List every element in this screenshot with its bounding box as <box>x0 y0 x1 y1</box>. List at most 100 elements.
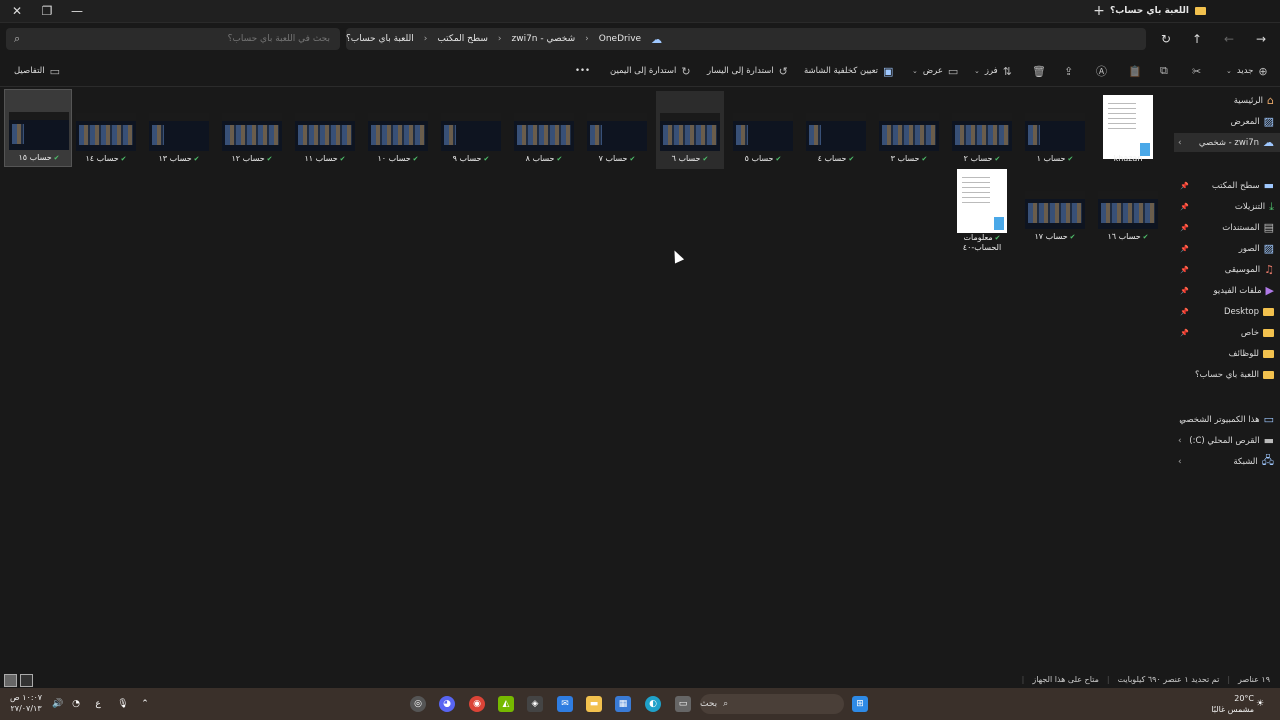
file-tile[interactable]: ✔حساب ٩ <box>437 91 505 169</box>
file-tile[interactable]: ✔حساب ١١ <box>291 91 359 169</box>
file-explorer-icon[interactable]: ▬ <box>586 696 602 712</box>
image-thumbnail <box>660 113 720 151</box>
microphone-icon[interactable]: 🎙 <box>115 696 131 712</box>
file-tile[interactable]: ✔حساب ١٦ <box>1094 169 1162 247</box>
paste-button[interactable]: 📋 <box>1128 62 1142 80</box>
file-tile[interactable]: ✔حساب ٨ <box>510 91 578 169</box>
windows-start-icon[interactable]: ⊞ <box>852 696 868 712</box>
address-bar[interactable]: ☁ OneDrive ‹ شخصي - zwi7n ‹ سطح المكتب ‹… <box>346 28 1146 50</box>
chevron-up-icon[interactable]: ⌃ <box>137 696 153 712</box>
sidebar-item-network[interactable]: › 🖧 الشبكة <box>1174 452 1280 471</box>
file-tile[interactable]: ✔حساب ١٧ <box>1021 169 1089 247</box>
details-button[interactable]: التفاصيل ▭ <box>14 62 60 80</box>
sidebar-item-label: الموسيقى <box>1224 264 1261 275</box>
close-window-button[interactable]: ✕ <box>2 0 32 22</box>
speaker-icon[interactable]: 🔊 <box>50 696 66 712</box>
system-clock[interactable]: ١٠:٠٧ ص ٢٧/٠٧/١٣ <box>10 692 42 714</box>
chevron-down-icon: ⌄ <box>974 67 980 75</box>
breadcrumb-onedrive[interactable]: OneDrive <box>599 34 641 44</box>
view-button[interactable]: ⌄ عرض ▭ <box>912 62 958 80</box>
rename-button[interactable]: Ⓐ <box>1096 62 1107 80</box>
store-icon[interactable]: ▦ <box>615 696 631 712</box>
search-input[interactable] <box>20 33 332 45</box>
set-background-button[interactable]: تعيين كخلفية الشاشة ▣ <box>804 62 893 80</box>
image-thumbnail <box>222 113 282 151</box>
file-name: حساب ٨ <box>525 154 555 163</box>
sidebar-item-private[interactable]: 📌 خاص <box>1174 323 1280 342</box>
sidebar-item-desktop-folder[interactable]: 📌 Desktop <box>1174 302 1280 321</box>
mail-icon[interactable]: ✉ <box>557 696 573 712</box>
file-tile[interactable]: ✔حساب ١٤ <box>72 91 140 169</box>
sidebar-item-videos[interactable]: 📌 ▶ ملفات الفيديو <box>1174 281 1280 300</box>
trash-icon: 🗑 <box>1032 64 1046 78</box>
breadcrumb-personal[interactable]: شخصي - zwi7n <box>512 34 576 44</box>
file-tile[interactable]: ✔معلومات الحساب-٤٠ <box>948 167 1016 257</box>
edge-icon[interactable]: ◐ <box>645 696 661 712</box>
file-tile[interactable]: ✔حساب ٣ <box>875 91 943 169</box>
back-button[interactable]: → <box>1248 28 1274 50</box>
file-tile[interactable]: ✔حساب ١٣ <box>145 91 213 169</box>
sidebar-item-this-pc[interactable]: ⌄ ▭ هذا الكمبيوتر الشخصي <box>1174 410 1280 429</box>
search-box[interactable]: ⌕ <box>6 28 340 50</box>
nvidia-icon[interactable]: ◭ <box>498 696 514 712</box>
language-indicator[interactable]: ع <box>90 696 106 712</box>
sidebar-item-gallery[interactable]: ▨ المعرض <box>1174 112 1280 131</box>
rotate-right-button[interactable]: استدارة إلى اليمين ↻ <box>610 62 691 80</box>
minimize-window-button[interactable]: — <box>62 0 92 22</box>
file-tile-khazan[interactable]: khazan <box>1094 91 1162 169</box>
rotate-left-button[interactable]: استدارة إلى اليسار ↺ <box>707 62 788 80</box>
file-tile-selected[interactable]: ✔حساب ١٥ <box>4 89 72 167</box>
sidebar-item-local-disk[interactable]: › ▬ القرص المحلي (C:) <box>1174 431 1280 450</box>
sidebar-item-pictures[interactable]: 📌 ▨ الصور <box>1174 239 1280 258</box>
file-tile-hovered[interactable]: ✔حساب ٦ <box>656 91 724 169</box>
details-view-button[interactable] <box>20 674 33 687</box>
file-tile[interactable]: ✔حساب ٢ <box>948 91 1016 169</box>
file-name: حساب ١٧ <box>1034 232 1068 241</box>
forward-button[interactable]: ← <box>1216 28 1242 50</box>
weather-widget[interactable]: 20°C مشمس غالبًا <box>1211 693 1254 715</box>
sidebar-item-jobs[interactable]: للوظائف <box>1174 344 1280 363</box>
new-button[interactable]: ⌄ جديد ⊕ <box>1226 62 1268 80</box>
file-tile[interactable]: ✔حساب ١٠ <box>364 91 432 169</box>
taskbar-search[interactable]: ⌕ بحث <box>700 694 844 714</box>
network-icon: 🖧 <box>1261 454 1274 467</box>
discord-icon[interactable]: ◕ <box>439 696 455 712</box>
file-tile[interactable]: ✔حساب ٥ <box>729 91 797 169</box>
sidebar-item-downloads[interactable]: 📌 ⤓ التنزيلات <box>1174 197 1280 216</box>
rotate-right-label: استدارة إلى اليمين <box>610 66 677 76</box>
copy-button[interactable]: ⧉ <box>1160 62 1168 80</box>
breadcrumb-desktop[interactable]: سطح المكتب <box>437 34 488 44</box>
sidebar-item-game-folder[interactable]: اللعبة باي حساب؟ <box>1174 365 1280 384</box>
task-view-icon[interactable]: ▭ <box>675 696 691 712</box>
sidebar-item-documents[interactable]: 📌 ▤ المستندات <box>1174 218 1280 237</box>
tab-current[interactable]: اللعبة باي حساب؟ <box>1110 0 1280 22</box>
refresh-button[interactable]: ↻ <box>1153 28 1179 50</box>
cut-button[interactable]: ✂ <box>1192 62 1201 80</box>
file-tile[interactable]: ✔حساب ٤ <box>802 91 870 169</box>
delete-button[interactable]: 🗑 <box>1032 62 1046 80</box>
large-icons-view-button[interactable] <box>4 674 17 687</box>
more-options-button[interactable]: ••• <box>575 62 590 80</box>
restore-window-button[interactable]: ❐ <box>32 0 62 22</box>
sort-button[interactable]: ⌄ فرز ⇅ <box>974 62 1012 80</box>
chrome-icon[interactable]: ◉ <box>469 696 485 712</box>
file-tile[interactable]: ✔حساب ٧ <box>583 91 651 169</box>
app-icon[interactable]: ◎ <box>410 696 426 712</box>
sidebar-item-onedrive[interactable]: › ☁ zwi7n - شخصي <box>1174 133 1280 152</box>
new-tab-button[interactable]: + <box>1088 0 1110 22</box>
up-button[interactable]: ↑ <box>1184 28 1210 50</box>
sidebar-item-label: سطح المكتب <box>1211 180 1260 191</box>
sidebar-item-desktop[interactable]: 📌 ▬ سطح المكتب <box>1174 176 1280 195</box>
steam-icon[interactable]: ◈ <box>527 696 543 712</box>
file-tile[interactable]: ✔حساب ١٢ <box>218 91 286 169</box>
item-count: ١٩ عناصر <box>1238 674 1270 684</box>
wifi-icon[interactable]: ◔ <box>68 696 84 712</box>
file-label: ✔حساب ١٢ <box>218 154 286 163</box>
file-tile[interactable]: ✔حساب ١ <box>1021 91 1089 169</box>
sidebar-item-home[interactable]: ⌂ الرئيسية <box>1174 91 1280 110</box>
breadcrumb-current[interactable]: اللعبة باي حساب؟ <box>346 34 414 44</box>
sidebar-item-music[interactable]: 📌 ♫ الموسيقى <box>1174 260 1280 279</box>
sidebar-item-label: خاص <box>1240 327 1259 338</box>
command-bar: التفاصيل ▭ ••• استدارة إلى اليمين ↻ استد… <box>0 56 1280 87</box>
share-button[interactable]: ⇪ <box>1064 62 1073 80</box>
